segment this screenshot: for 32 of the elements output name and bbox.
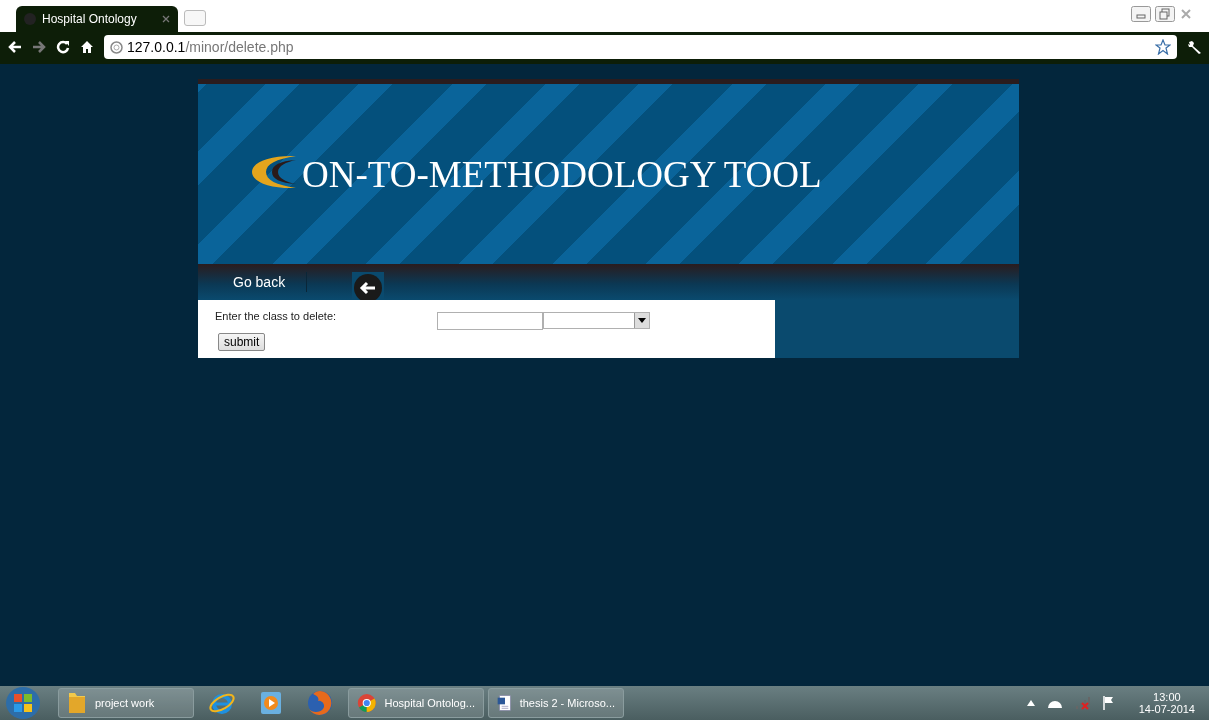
chrome-icon (357, 691, 377, 715)
back-arrow-icon[interactable] (352, 272, 385, 300)
class-input[interactable] (437, 312, 543, 330)
close-icon[interactable] (1179, 7, 1193, 21)
close-icon[interactable] (162, 15, 170, 23)
wrench-icon[interactable] (1187, 39, 1203, 55)
forward-arrow-icon[interactable] (32, 40, 46, 54)
taskbar-button[interactable]: thesis 2 - Microso... (488, 688, 624, 718)
taskbar-button[interactable]: project work (58, 688, 194, 718)
clock[interactable]: 13:00 14-07-2014 (1138, 691, 1195, 715)
restore-icon[interactable] (1155, 6, 1175, 22)
gauge-icon[interactable] (1046, 698, 1063, 708)
media-player-icon[interactable] (260, 691, 282, 715)
folder-icon (67, 691, 87, 715)
reload-icon[interactable] (56, 40, 70, 54)
address-bar[interactable]: 127.0.0.1/minor/delete.php (104, 35, 1177, 59)
submit-button[interactable]: submit (218, 333, 266, 351)
windows-logo-icon (12, 692, 34, 714)
flag-icon[interactable] (1102, 696, 1115, 710)
minimize-icon[interactable] (1131, 6, 1151, 22)
field-label: Enter the class to delete: (215, 310, 338, 322)
home-icon[interactable] (80, 40, 94, 54)
nav-link[interactable]: Go back (198, 274, 307, 290)
start-button[interactable] (6, 687, 40, 719)
site-title: ON-TO-METHODOLOGY TOOL (302, 152, 822, 196)
browser-tab[interactable]: Hospital Ontology (16, 6, 178, 32)
caret-icon (638, 318, 646, 323)
class-dropdown[interactable] (543, 312, 650, 329)
back-arrow-icon[interactable] (8, 40, 22, 54)
caret-up-icon[interactable] (1026, 700, 1035, 706)
taskbar-button[interactable]: Hospital Ontolog... (348, 688, 484, 718)
star-icon[interactable] (1155, 39, 1171, 55)
